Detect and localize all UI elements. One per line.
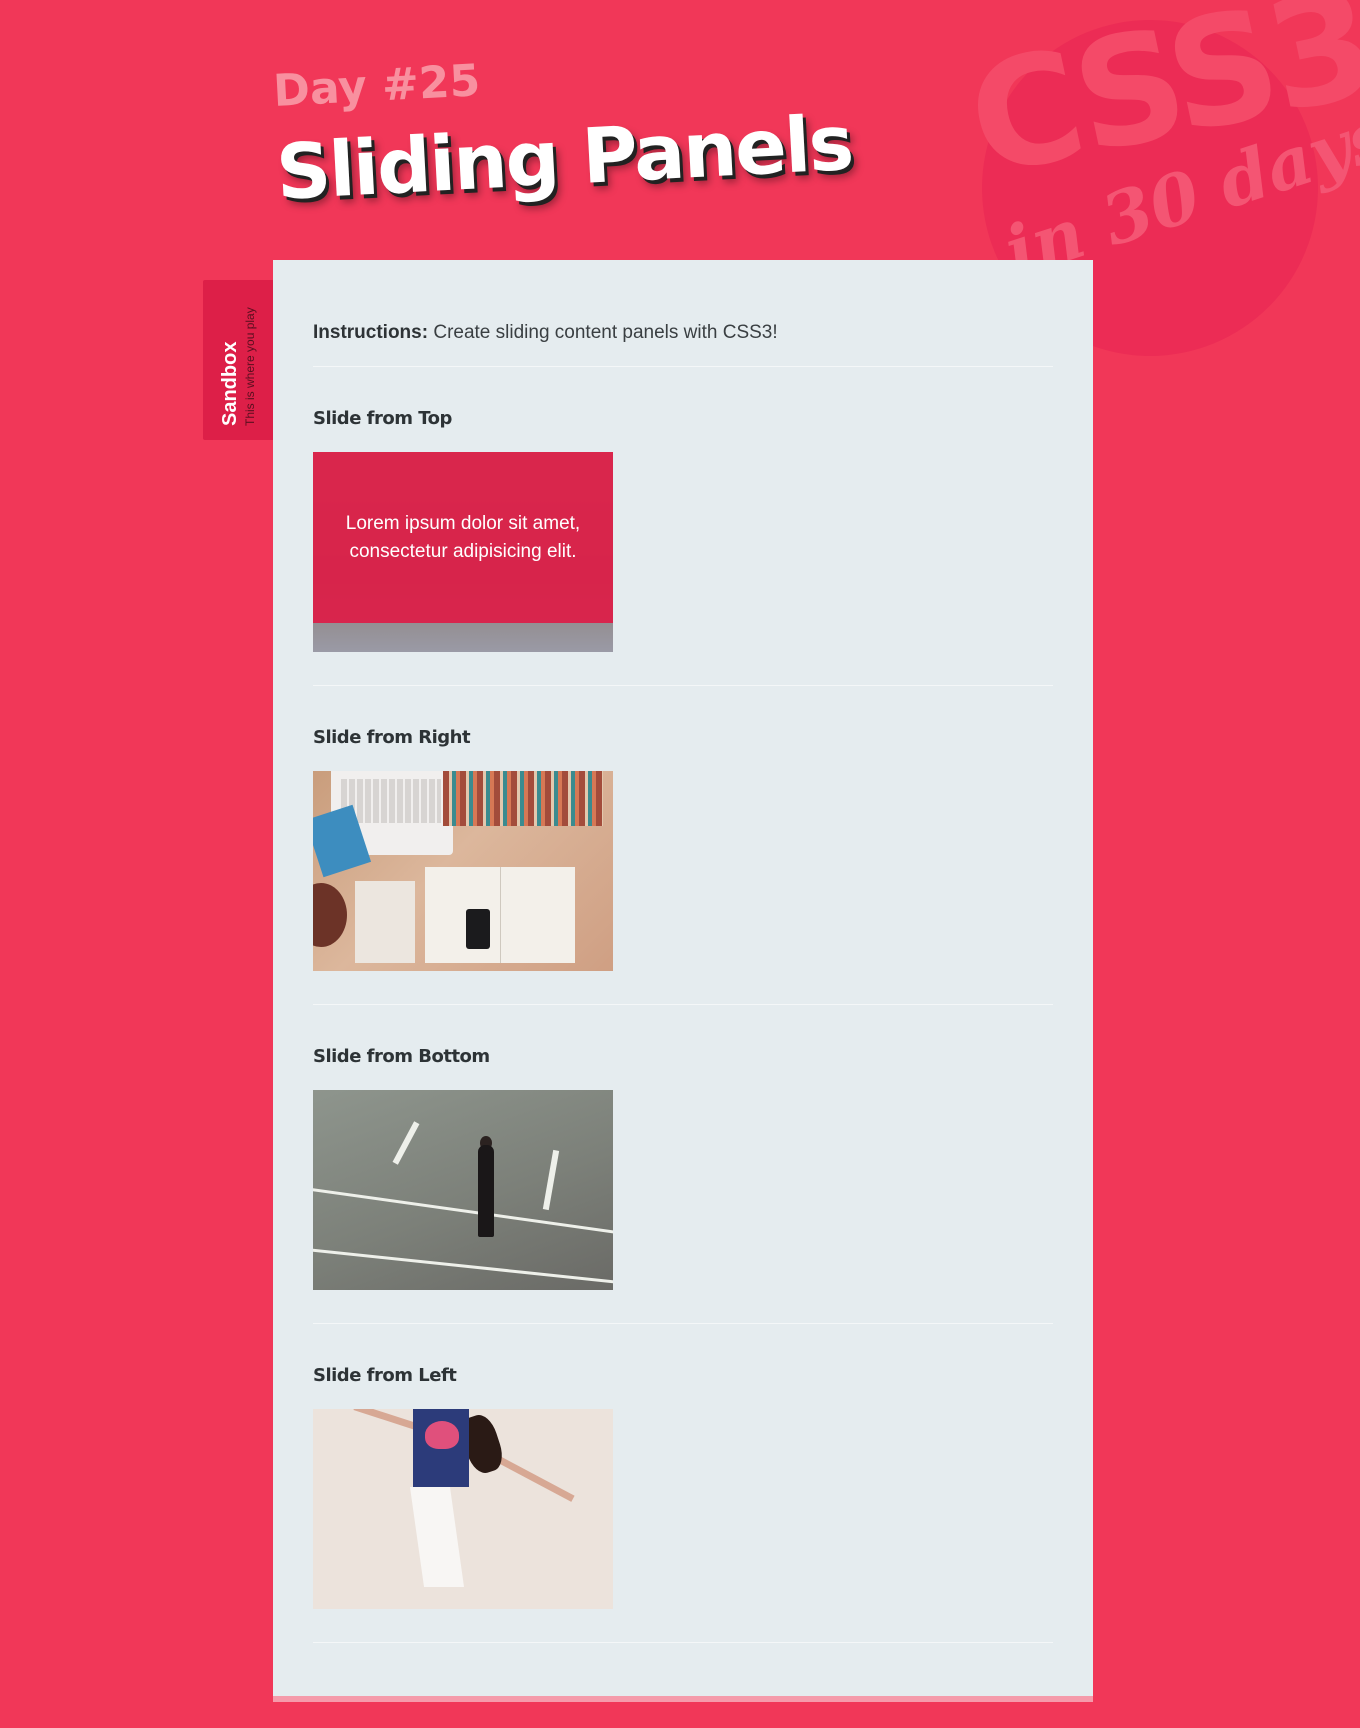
page-title: Sliding Panels [274, 97, 855, 217]
sandbox-tab-title: Sandbox [219, 341, 241, 426]
section-heading: Slide from Bottom [313, 1046, 490, 1067]
sandbox-tab[interactable]: Sandbox This is where you play [203, 280, 273, 440]
section-slide-from-right: Slide from Right [313, 686, 1053, 1005]
desk-photo-notepad [355, 881, 415, 963]
jump-photo-arm [353, 1409, 417, 1430]
section-heading: Slide from Top [313, 408, 452, 429]
section-heading: Slide from Left [313, 1365, 457, 1386]
sandbox-tab-subtitle: This is where you play [243, 307, 257, 426]
section-slide-from-left: Slide from Left [313, 1324, 1053, 1643]
instructions: Instructions: Create sliding content pan… [313, 260, 1053, 367]
jump-photo-pants [409, 1487, 465, 1587]
jump-photo-heart-print [425, 1421, 459, 1449]
panel-overlay: Lorem ipsum dolor sit amet, consectetur … [313, 452, 613, 623]
desk-photo-magazine [425, 867, 575, 963]
street-photo-lane-mark [392, 1121, 420, 1165]
sliding-panel-bottom[interactable] [313, 1090, 613, 1290]
street-photo-road-line [313, 1187, 613, 1236]
section-slide-from-top: Slide from Top Lorem ipsum dolor sit ame… [313, 367, 1053, 686]
street-photo-person [478, 1145, 494, 1237]
street-photo-lane-mark [542, 1149, 560, 1211]
desk-photo-books [443, 771, 603, 826]
instructions-text: Create sliding content panels with CSS3! [433, 322, 778, 343]
sandbox-card: Instructions: Create sliding content pan… [273, 260, 1093, 1702]
sliding-panel-right[interactable] [313, 771, 613, 971]
desk-photo-phone [466, 909, 490, 949]
overlay-text: Lorem ipsum dolor sit amet, consectetur … [345, 512, 581, 562]
section-heading: Slide from Right [313, 727, 471, 748]
sliding-panel-top[interactable]: Lorem ipsum dolor sit amet, consectetur … [313, 452, 613, 652]
sliding-panel-left[interactable] [313, 1409, 613, 1609]
instructions-label: Instructions: [313, 322, 429, 343]
street-photo-road-line [313, 1247, 613, 1286]
day-label: Day #25 [272, 55, 482, 117]
desk-photo-plate [313, 883, 347, 947]
section-slide-from-bottom: Slide from Bottom [313, 1005, 1053, 1324]
